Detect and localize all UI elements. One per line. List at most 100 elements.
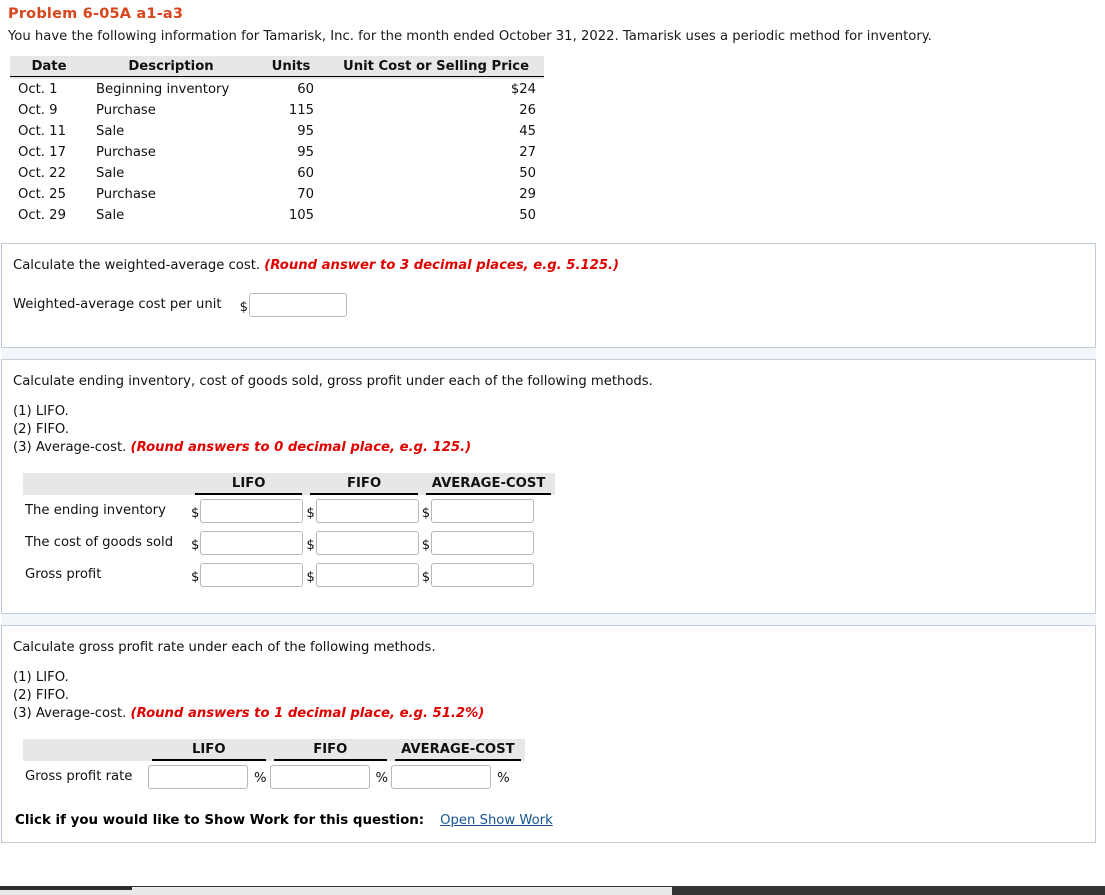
ending-inventory-average-input[interactable] (431, 499, 535, 524)
cell-description: Sale (96, 208, 125, 223)
section-inventory-methods: Calculate ending inventory, cost of good… (1, 359, 1096, 615)
cell-date: Oct. 29 (18, 208, 66, 223)
method-item-lifo: (1) LIFO. (13, 404, 69, 419)
rate-header-row: LIFO FIFO AVERAGE-COST (23, 739, 525, 762)
show-work-row: Click if you would like to Show Work for… (15, 813, 1083, 828)
rate-method-item-fifo: (2) FIFO. (13, 688, 69, 704)
section-divider-2 (1, 614, 1096, 626)
table-row: Oct. 1 Beginning inventory 60 $24 (10, 79, 544, 100)
cell-description: Purchase (96, 187, 156, 202)
cell-units: 70 (297, 187, 314, 202)
cell-units: 95 (297, 124, 314, 139)
weighted-average-cost-input[interactable] (248, 293, 347, 317)
table-row: Oct. 25 Purchase 70 29 (10, 184, 544, 205)
cell-date: Oct. 1 (18, 82, 58, 97)
cell-description: Sale (96, 124, 125, 139)
weighted-average-answer-row: Weighted-average cost per unit $ (13, 293, 1083, 317)
methods-answer-table: LIFO FIFO AVERAGE-COST The ending invent… (23, 473, 556, 591)
rate-methods-list: (1) LIFO. (2) FIFO. (3) Average-cost. (R… (13, 669, 1083, 723)
section-divider-1 (1, 348, 1096, 359)
rate-prompt: Calculate gross profit rate under each o… (13, 640, 436, 656)
gross-profit-lifo-input[interactable] (200, 563, 304, 588)
percent-sign: % (375, 771, 389, 787)
methods-row-label-cogs: The cost of goods sold (25, 535, 174, 551)
cell-date: Oct. 9 (18, 103, 58, 118)
method-item-average: (3) Average-cost. (Round answers to 0 de… (13, 439, 1083, 457)
cell-units: 105 (288, 208, 314, 223)
table-row: Oct. 29 Sale 105 50 (10, 205, 544, 226)
column-header-unit-cost: Unit Cost or Selling Price (328, 56, 544, 79)
weighted-average-label: Weighted-average cost per unit (13, 297, 222, 312)
rate-column-header-fifo: FIFO (269, 739, 392, 762)
methods-row-label-gross-profit: Gross profit (25, 567, 102, 583)
methods-cell-ending-inventory-average: $ (422, 495, 556, 527)
dollar-sign: $ (306, 506, 315, 522)
cell-description: Purchase (96, 145, 156, 160)
methods-cell-cogs-average: $ (422, 527, 556, 559)
section-gross-profit-rate: Calculate gross profit rate under each o… (1, 625, 1096, 844)
methods-cell-cogs-fifo: $ (306, 527, 421, 559)
horizontal-scrollbar[interactable] (0, 886, 1105, 895)
cell-price: 29 (519, 187, 536, 202)
cell-date: Oct. 25 (18, 187, 66, 202)
rate-table-body: Gross profit rate % % % (23, 761, 525, 793)
methods-column-header-lifo: LIFO (191, 473, 307, 496)
ending-inventory-lifo-input[interactable] (200, 499, 304, 524)
methods-row-label-ending-inventory: The ending inventory (25, 503, 166, 519)
gross-profit-rate-lifo-input[interactable] (148, 765, 248, 790)
methods-list: (1) LIFO. (2) FIFO. (3) Average-cost. (R… (13, 403, 1083, 457)
method-item-fifo: (2) FIFO. (13, 422, 69, 438)
cell-units: 60 (297, 82, 314, 97)
weighted-average-prompt-text: Calculate the weighted-average cost. (13, 258, 261, 273)
rate-cell-average: % (391, 761, 525, 793)
cogs-fifo-input[interactable] (315, 531, 419, 556)
dollar-sign: $ (191, 538, 200, 554)
rate-method-item-average-label: (3) Average-cost. (13, 706, 127, 722)
dollar-sign: $ (191, 570, 200, 586)
cell-description: Sale (96, 166, 125, 181)
dollar-sign: $ (239, 299, 248, 315)
methods-column-header-average-cost: AVERAGE-COST (421, 473, 556, 496)
methods-cell-gross-profit-lifo: $ (191, 559, 306, 591)
problem-header: Problem 6-05A a1-a3 You have the followi… (0, 6, 1105, 226)
table-row: Gross profit rate % % % (23, 761, 525, 793)
methods-cell-ending-inventory-fifo: $ (306, 495, 421, 527)
inventory-table-body: Oct. 1 Beginning inventory 60 $24 Oct. 9… (10, 79, 544, 226)
dollar-sign: $ (306, 570, 315, 586)
gross-profit-fifo-input[interactable] (315, 563, 419, 588)
methods-prompt: Calculate ending inventory, cost of good… (13, 374, 653, 389)
gross-profit-rate-average-input[interactable] (391, 765, 492, 790)
gross-profit-rate-fifo-input[interactable] (269, 765, 370, 790)
table-row: Oct. 9 Purchase 115 26 (10, 100, 544, 121)
rate-hint: (Round answers to 1 decimal place, e.g. … (130, 706, 485, 722)
dollar-sign: $ (191, 506, 200, 522)
open-show-work-link[interactable]: Open Show Work (440, 813, 553, 828)
methods-cell-cogs-lifo: $ (191, 527, 306, 559)
cogs-average-input[interactable] (431, 531, 535, 556)
cogs-lifo-input[interactable] (200, 531, 304, 556)
rate-column-header-lifo: LIFO (148, 739, 270, 762)
inventory-data-table: Date Description Units Unit Cost or Sell… (10, 56, 544, 226)
column-header-units: Units (254, 56, 328, 79)
methods-table-body: The ending inventory $ $ $ The cost of g… (23, 495, 555, 591)
cell-price: 50 (519, 166, 536, 181)
cell-price: $24 (510, 82, 536, 97)
section-weighted-average: Calculate the weighted-average cost. (Ro… (1, 243, 1096, 348)
show-work-label: Click if you would like to Show Work for… (15, 813, 425, 829)
methods-column-header-fifo: FIFO (306, 473, 422, 496)
horizontal-scrollbar-cap (0, 886, 132, 890)
ending-inventory-fifo-input[interactable] (315, 499, 419, 524)
methods-cell-gross-profit-average: $ (422, 559, 556, 591)
methods-cell-ending-inventory-lifo: $ (191, 495, 306, 527)
cell-units: 60 (297, 166, 314, 181)
methods-header-row: LIFO FIFO AVERAGE-COST (23, 473, 556, 496)
problem-intro-text: You have the following information for T… (8, 29, 932, 44)
cell-date: Oct. 17 (18, 145, 66, 160)
cell-price: 45 (519, 124, 536, 139)
table-row: Oct. 11 Sale 95 45 (10, 121, 544, 142)
cell-price: 26 (519, 103, 536, 118)
table-row: Oct. 22 Sale 60 50 (10, 163, 544, 184)
rate-cell-lifo: % (148, 761, 270, 793)
cell-description: Beginning inventory (96, 82, 230, 97)
gross-profit-average-input[interactable] (431, 563, 535, 588)
